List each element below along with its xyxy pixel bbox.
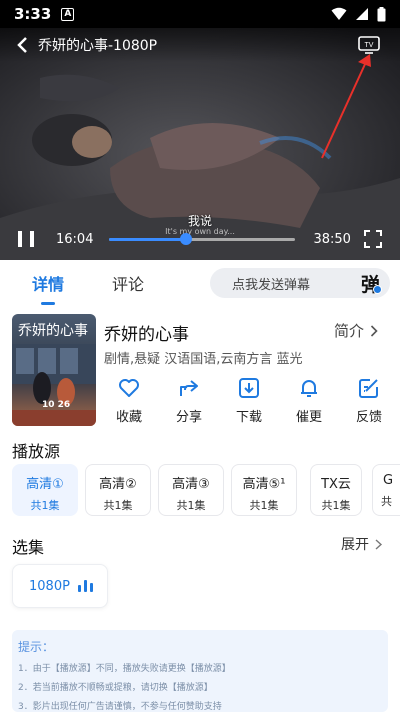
- chevron-right-icon: [375, 538, 382, 550]
- playing-indicator-icon: [77, 580, 93, 592]
- tips-line: 3．影片出现任何广告请谨慎，不参与任何赞助支持: [18, 702, 222, 712]
- details-panel: 乔妍的心事 10 26 乔妍的心事 简介 剧情,悬疑 汉语国语,云南方言 蓝光 …: [0, 306, 400, 712]
- seek-handle[interactable]: [180, 232, 193, 245]
- download-label: 下载: [235, 410, 262, 425]
- player-title: 乔妍的心事-1080P: [38, 38, 158, 54]
- source-count: 共1集: [249, 499, 279, 512]
- seek-bar[interactable]: [109, 232, 296, 245]
- share-button[interactable]: 分享: [164, 376, 214, 425]
- current-time: 16:04: [56, 231, 94, 247]
- danmaku-placeholder: 点我发送弹幕: [232, 277, 311, 293]
- episode-label: 1080P: [29, 578, 70, 594]
- source-list: 高清① 共1集 高清② 共1集 高清③ 共1集 高清⑤¹ 共1集 TX云 共1集…: [12, 464, 400, 516]
- tips-line: 1．由于【播放源】不同，播放失败请更换【播放源】: [18, 664, 231, 674]
- chevron-right-icon: [370, 324, 378, 337]
- duration: 38:50: [313, 231, 351, 247]
- player-top-bar: 乔妍的心事-1080P: [0, 28, 400, 62]
- source-count: 共1集: [176, 499, 206, 512]
- download-icon: [239, 378, 259, 398]
- poster-date: 10 26: [42, 400, 71, 410]
- tab-details[interactable]: 详情: [32, 271, 64, 305]
- action-bar: 收藏 分享 下载 催更 反馈: [104, 376, 394, 425]
- source-item[interactable]: 高清② 共1集: [85, 464, 151, 516]
- source-item[interactable]: 高清③ 共1集: [158, 464, 224, 516]
- source-name: 高清③: [172, 477, 210, 492]
- status-time: 3:33: [14, 5, 52, 23]
- back-arrow-icon[interactable]: [16, 36, 28, 54]
- expand-label: 展开: [341, 537, 369, 553]
- poster-title: 乔妍的心事: [18, 323, 88, 339]
- download-button[interactable]: 下载: [224, 376, 274, 425]
- movie-poster[interactable]: 乔妍的心事 10 26: [12, 314, 96, 426]
- tips-box: 提示： 1．由于【播放源】不同，播放失败请更换【播放源】 2．若当前播放不顺畅或…: [12, 630, 388, 712]
- notification-icon: A: [61, 7, 75, 21]
- fullscreen-icon[interactable]: [364, 230, 382, 248]
- svg-text:TV: TV: [365, 42, 374, 49]
- intro-label: 简介: [334, 322, 365, 340]
- feedback-label: 反馈: [355, 410, 382, 425]
- source-item[interactable]: TX云 共1集: [310, 464, 362, 516]
- movie-title: 乔妍的心事: [104, 325, 189, 345]
- danmaku-input[interactable]: 点我发送弹幕 弹: [210, 268, 390, 298]
- tips-line: 2．若当前播放不顺畅或提粮，请切换【播放源】: [18, 683, 213, 693]
- favorite-button[interactable]: 收藏: [104, 376, 154, 425]
- intro-link[interactable]: 简介: [334, 320, 378, 341]
- movie-meta: 剧情,悬疑 汉语国语,云南方言 蓝光: [104, 352, 303, 367]
- source-item[interactable]: G 共: [372, 464, 400, 516]
- tab-bar: 详情 评论 点我发送弹幕 弹: [0, 260, 400, 306]
- share-icon: [180, 380, 198, 396]
- share-label: 分享: [175, 410, 202, 425]
- feedback-button[interactable]: 反馈: [344, 376, 394, 425]
- tips-heading: 提示：: [18, 640, 55, 654]
- tab-comments[interactable]: 评论: [112, 271, 144, 295]
- source-section-title: 播放源: [12, 442, 61, 461]
- source-count: 共1集: [321, 499, 351, 512]
- battery-icon: [377, 6, 386, 21]
- source-name: 高清①: [26, 477, 64, 492]
- status-bar: 3:33 A: [0, 0, 400, 28]
- bell-icon: [301, 380, 317, 397]
- source-name: TX云: [321, 477, 351, 492]
- source-count: 共: [381, 495, 392, 508]
- signal-icon: [356, 8, 368, 20]
- source-name: G: [383, 473, 394, 488]
- player-controls: 16:04 38:50: [0, 224, 400, 254]
- wifi-icon: [331, 7, 347, 20]
- source-count: 共1集: [30, 499, 60, 512]
- feedback-icon: [359, 379, 378, 398]
- danmaku-toggle-badge: [373, 285, 382, 294]
- urge-update-button[interactable]: 催更: [284, 376, 334, 425]
- source-name: 高清②: [99, 477, 137, 492]
- episodes-section-title: 选集: [12, 538, 45, 557]
- source-item[interactable]: 高清① 共1集: [12, 464, 78, 516]
- source-count: 共1集: [103, 499, 133, 512]
- pause-icon[interactable]: [18, 231, 34, 247]
- heart-icon: [119, 379, 139, 397]
- tv-cast-icon[interactable]: TV: [358, 35, 380, 55]
- video-player[interactable]: 乔妍的心事-1080P TV 我说 It's my own day... 16:…: [0, 28, 400, 260]
- source-name: 高清⑤¹: [242, 477, 286, 492]
- status-icons: [331, 6, 386, 22]
- source-item[interactable]: 高清⑤¹ 共1集: [231, 464, 297, 516]
- favorite-label: 收藏: [115, 410, 142, 425]
- urge-update-label: 催更: [295, 410, 322, 425]
- expand-button[interactable]: 展开: [341, 534, 382, 554]
- seek-bar-fill: [109, 237, 187, 241]
- episode-item[interactable]: 1080P: [12, 564, 108, 608]
